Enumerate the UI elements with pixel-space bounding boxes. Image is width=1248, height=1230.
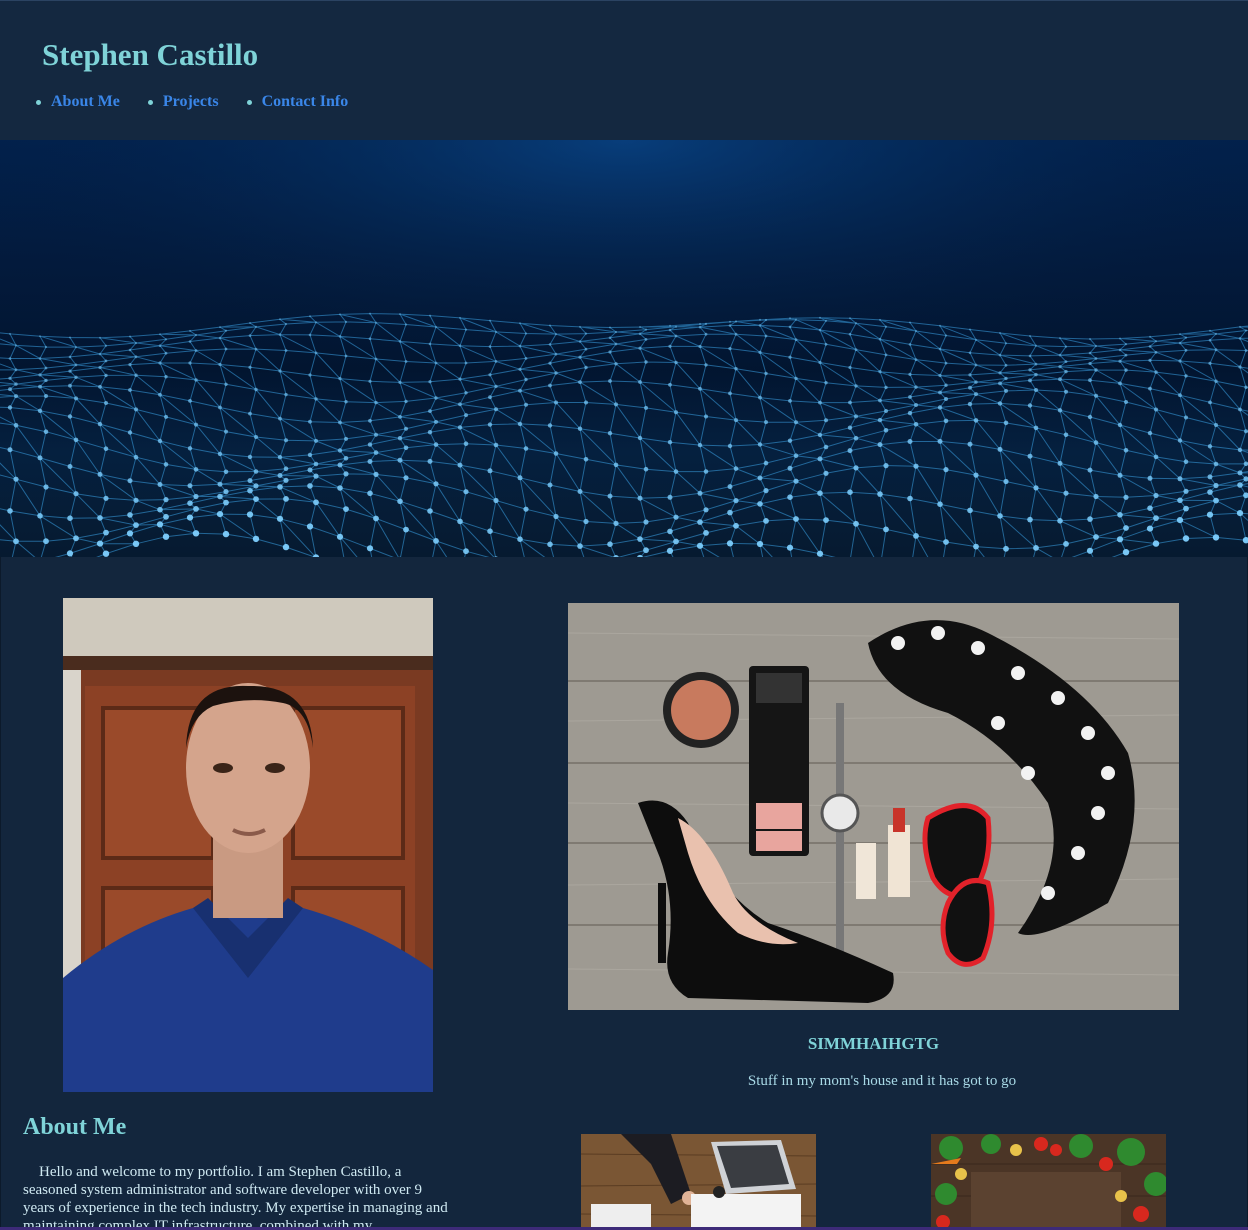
project-featured-image[interactable] bbox=[568, 603, 1179, 1010]
project-title: SIMMHAIHGTG bbox=[807, 1034, 940, 1053]
site-title: Stephen Castillo bbox=[42, 37, 259, 72]
about-heading: About Me bbox=[23, 1114, 127, 1140]
nav-item-contact: Contact Info bbox=[246, 93, 349, 111]
profile-photo bbox=[63, 598, 433, 1092]
project-thumbnail-vegetables-image[interactable] bbox=[931, 1134, 1166, 1230]
site-header: Stephen Castillo About Me Projects Conta… bbox=[0, 0, 1248, 141]
nav-link-contact-info[interactable]: Contact Info bbox=[262, 93, 349, 110]
digital-wave-mesh-graphic bbox=[0, 140, 1248, 557]
project-description: Stuff in my mom's house and it has got t… bbox=[747, 1073, 1017, 1089]
project-thumbnail-office-image[interactable] bbox=[581, 1134, 816, 1230]
nav-item-projects: Projects bbox=[147, 93, 219, 111]
page: Stephen Castillo About Me Projects Conta… bbox=[0, 0, 1248, 1230]
about-paragraph: Hello and welcome to my portfolio. I am … bbox=[23, 1164, 448, 1230]
nav-list: About Me Projects Contact Info bbox=[36, 93, 376, 111]
nav-link-projects[interactable]: Projects bbox=[163, 93, 219, 110]
hero-banner-image bbox=[0, 140, 1248, 557]
nav-link-about-me[interactable]: About Me bbox=[51, 93, 120, 110]
nav-item-about: About Me bbox=[36, 93, 120, 111]
